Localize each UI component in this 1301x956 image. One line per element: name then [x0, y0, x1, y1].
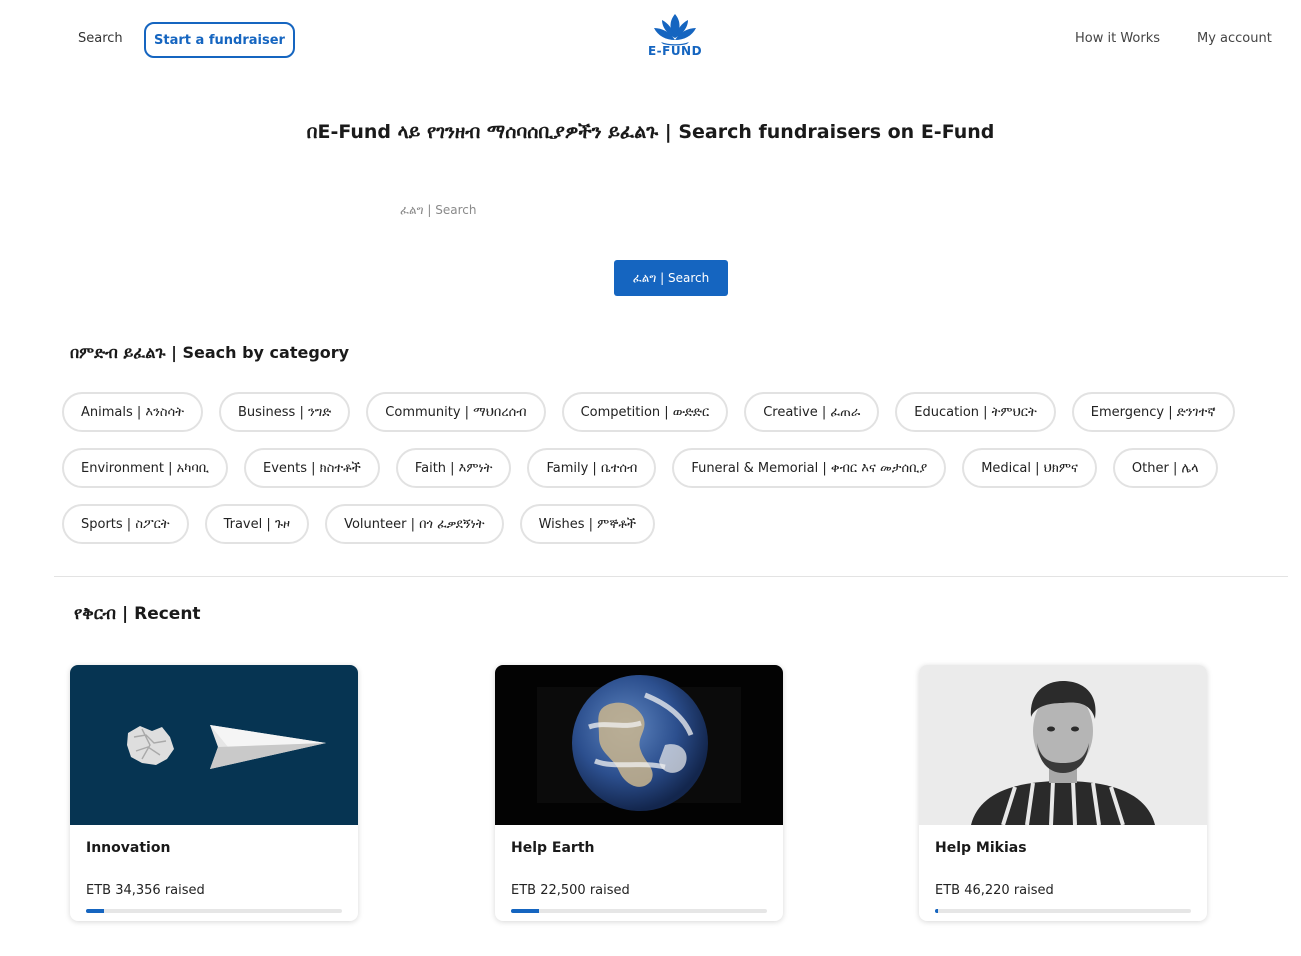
category-chip-wishes[interactable]: Wishes | ምኞቶች [519, 504, 656, 544]
category-chip-creative[interactable]: Creative | ፈጠራ [744, 392, 880, 432]
lotus-logo-icon [654, 14, 696, 46]
paper-plane-image [70, 665, 358, 825]
category-chip-volunteer[interactable]: Volunteer | በጎ ፈቃደኝነት [325, 504, 504, 544]
category-heading: በምድብ ይፈልጉ | Seach by category [70, 343, 350, 362]
progress-fill [935, 909, 938, 913]
fundraiser-card[interactable]: Help Earth ETB 22,500 raised [495, 665, 783, 921]
category-chip-sports[interactable]: Sports | ስፖርት [62, 504, 189, 544]
paper-plane-icon [210, 725, 326, 769]
category-chip-competition[interactable]: Competition | ውድድር [561, 392, 729, 432]
progress-bar [86, 909, 342, 913]
progress-bar [511, 909, 767, 913]
card-title: Innovation [86, 840, 171, 856]
search-input[interactable] [400, 196, 900, 224]
category-chip-animals[interactable]: Animals | እንስሳት [62, 392, 203, 432]
page-title: በE-Fund ላይ የገንዘብ ማሰባሰቢያዎችን ይፈልጉ | Search… [306, 121, 995, 143]
category-chip-emergency[interactable]: Emergency | ድንገተኛ [1071, 392, 1235, 432]
category-row-2: Environment | አካባቢ Events | ክስተቶች Faith … [62, 448, 1218, 488]
progress-fill [86, 909, 104, 913]
fundraiser-card[interactable]: Help Mikias ETB 46,220 raised [919, 665, 1207, 921]
how-it-works-link[interactable]: How it Works [1075, 31, 1160, 46]
category-chip-business[interactable]: Business | ንግድ [218, 392, 351, 432]
card-raised-amount: ETB 46,220 raised [935, 883, 1054, 898]
category-chip-medical[interactable]: Medical | ህክምና [962, 448, 1097, 488]
progress-bar [935, 909, 1191, 913]
start-fundraiser-button[interactable]: Start a fundraiser [144, 22, 295, 58]
category-chip-environment[interactable]: Environment | አካባቢ [62, 448, 229, 488]
portrait-image [919, 665, 1207, 825]
category-row-1: Animals | እንስሳት Business | ንግድ Community… [62, 392, 1235, 432]
my-account-link[interactable]: My account [1197, 31, 1272, 46]
category-chip-travel[interactable]: Travel | ጉዞ [204, 504, 310, 544]
category-chip-education[interactable]: Education | ትምህርት [895, 392, 1056, 432]
card-title: Help Mikias [935, 840, 1027, 856]
logo-text: E-FUND [647, 44, 703, 58]
efund-logo[interactable]: E-FUND [640, 12, 710, 66]
card-title: Help Earth [511, 840, 595, 856]
category-chip-community[interactable]: Community | ማህበረሰብ [366, 392, 546, 432]
recent-heading: የቅርብ | Recent [74, 604, 201, 624]
category-chip-faith[interactable]: Faith | እምነት [395, 448, 512, 488]
fundraiser-card[interactable]: Innovation ETB 34,356 raised [70, 665, 358, 921]
category-row-3: Sports | ስፖርት Travel | ጉዞ Volunteer | በጎ… [62, 504, 656, 544]
category-chip-events[interactable]: Events | ክስተቶች [244, 448, 380, 488]
category-chip-family[interactable]: Family | ቤተሰብ [527, 448, 657, 488]
category-chip-funeral[interactable]: Funeral & Memorial | ቀብር እና መታሰቢያ [672, 448, 947, 488]
search-button[interactable]: ፈልግ | Search [614, 260, 728, 296]
card-raised-amount: ETB 34,356 raised [86, 883, 205, 898]
section-divider [54, 576, 1288, 577]
category-chip-other[interactable]: Other | ሌላ [1112, 448, 1218, 488]
earth-image [495, 665, 783, 825]
progress-fill [511, 909, 540, 913]
nav-search-link[interactable]: Search [78, 31, 123, 46]
card-raised-amount: ETB 22,500 raised [511, 883, 630, 898]
crumpled-paper-icon [127, 726, 174, 765]
